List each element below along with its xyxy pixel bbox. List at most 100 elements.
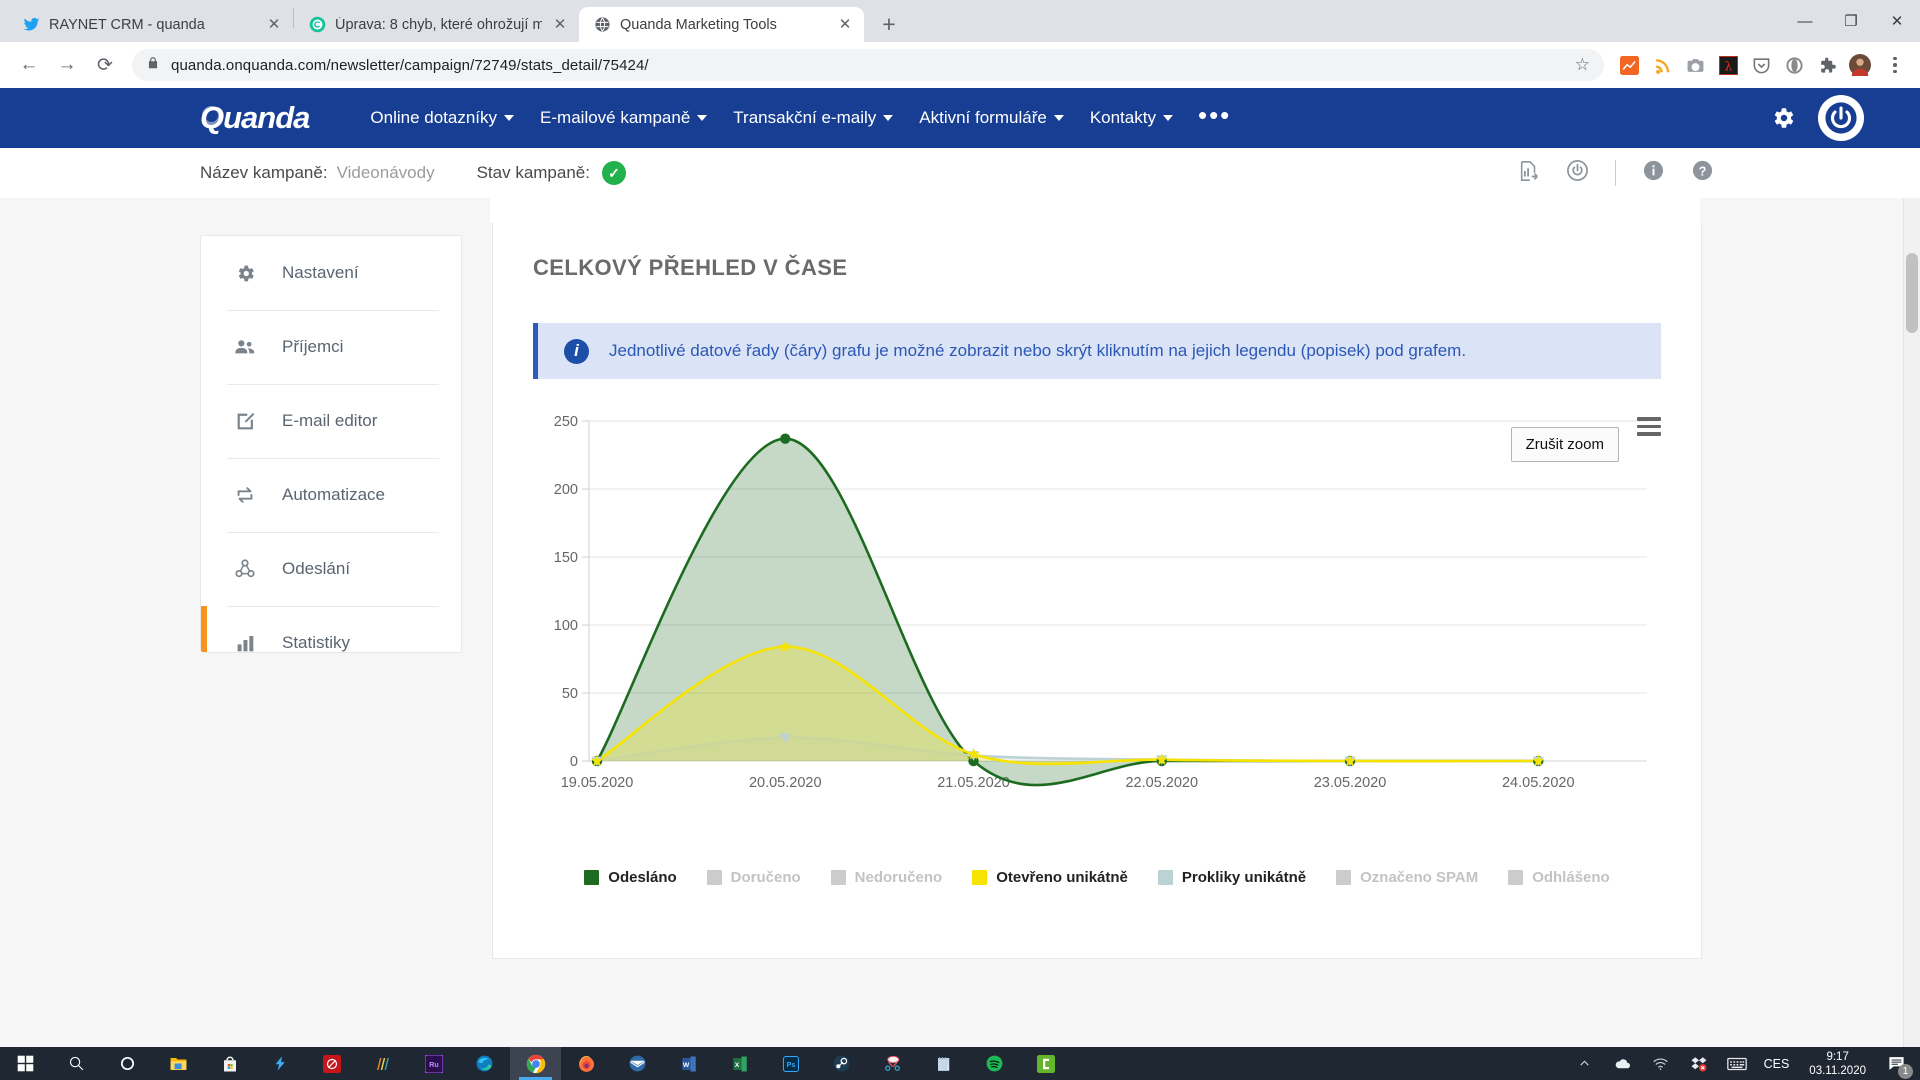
action-center-icon[interactable]: 1 <box>1878 1047 1914 1080</box>
spotify-icon[interactable] <box>969 1047 1020 1080</box>
cortana-icon[interactable] <box>102 1047 153 1080</box>
address-bar[interactable]: quanda.onquanda.com/newsletter/campaign/… <box>132 49 1604 81</box>
svg-text:22.05.2020: 22.05.2020 <box>1125 775 1198 791</box>
search-icon[interactable] <box>51 1047 102 1080</box>
chart-extension-icon[interactable] <box>1618 54 1640 76</box>
legend-item-odesláno[interactable]: Odesláno <box>584 869 677 886</box>
browser-tab-3[interactable]: Quanda Marketing Tools ✕ <box>579 7 864 42</box>
svg-text:200: 200 <box>554 482 578 498</box>
forward-icon[interactable]: → <box>50 48 84 82</box>
tab-close-icon[interactable]: ✕ <box>265 16 283 34</box>
camera-icon[interactable] <box>1684 54 1706 76</box>
legend-item-odhlášeno[interactable]: Odhlášeno <box>1508 869 1610 886</box>
reload-icon[interactable]: ⟳ <box>88 48 122 82</box>
legend-item-prokliky-unikátně[interactable]: Prokliky unikátně <box>1157 869 1306 886</box>
url-text: quanda.onquanda.com/newsletter/campaign/… <box>171 56 649 74</box>
page-scrollbar-track[interactable] <box>1903 198 1920 1047</box>
avatar[interactable] <box>1849 54 1871 76</box>
reset-zoom-button[interactable]: Zrušit zoom <box>1510 427 1619 462</box>
svg-text:X: X <box>734 1062 739 1069</box>
nav-item-transakcni-emaily[interactable]: Transakční e-maily <box>720 88 906 148</box>
opera-icon[interactable] <box>1783 54 1805 76</box>
taskbar-clock[interactable]: 9:17 03.11.2020 <box>1797 1050 1878 1078</box>
thunderbird-icon[interactable] <box>612 1047 663 1080</box>
nav-more-button[interactable]: ••• <box>1186 102 1243 128</box>
stripes-icon[interactable] <box>357 1047 408 1080</box>
help-icon[interactable]: ? <box>1691 159 1714 187</box>
word-icon[interactable]: W <box>663 1047 714 1080</box>
nav-item-emailove-kampane[interactable]: E-mailové kampaně <box>527 88 720 148</box>
puzzle-extensions-icon[interactable] <box>1816 54 1838 76</box>
sidebar-item-automatizace[interactable]: Automatizace <box>201 458 461 532</box>
legend-swatch <box>830 870 846 885</box>
sidebar-item-odeslani[interactable]: Odeslání <box>201 532 461 606</box>
sidebar-item-statistiky[interactable]: Statistiky <box>201 606 461 652</box>
windows-start-icon[interactable] <box>0 1047 51 1080</box>
chevron-down-icon <box>697 115 708 121</box>
legend-item-označeno-spam[interactable]: Označeno SPAM <box>1336 869 1478 886</box>
edge-icon[interactable] <box>459 1047 510 1080</box>
minimize-button[interactable]: — <box>1782 0 1828 42</box>
overview-chart[interactable]: Zrušit zoom 0 50 100 150 200 250 19.05.2020 20.… <box>533 405 1661 865</box>
new-tab-button[interactable]: + <box>872 7 906 41</box>
legend-swatch <box>584 870 600 885</box>
nav-item-aktivni-formulare[interactable]: Aktivní formuláře <box>906 88 1077 148</box>
kebab-menu-icon[interactable] <box>1882 56 1908 74</box>
back-icon[interactable]: ← <box>12 48 46 82</box>
quanda-logo[interactable]: Quanda <box>200 100 310 136</box>
onedrive-icon[interactable] <box>1604 1047 1642 1080</box>
steam-icon[interactable] <box>816 1047 867 1080</box>
firefox-icon[interactable] <box>561 1047 612 1080</box>
gear-icon[interactable] <box>1770 105 1796 131</box>
chrome-icon[interactable] <box>510 1047 561 1080</box>
adobe-cc-icon[interactable] <box>306 1047 357 1080</box>
tab-close-icon[interactable]: ✕ <box>551 16 569 34</box>
rss-icon[interactable] <box>1651 54 1673 76</box>
sidebar-item-prijemci[interactable]: Příjemci <box>201 310 461 384</box>
file-explorer-icon[interactable] <box>153 1047 204 1080</box>
pocket-icon[interactable] <box>1750 54 1772 76</box>
keyboard-icon[interactable] <box>1718 1047 1756 1080</box>
legend-item-doručeno[interactable]: Doručeno <box>706 869 801 886</box>
language-indicator[interactable]: CES <box>1756 1057 1798 1071</box>
nav-item-online-dotazniky[interactable]: Online dotazníky <box>357 88 527 148</box>
photoshop-icon[interactable]: Ps <box>765 1047 816 1080</box>
campaign-name-value: Videonávody <box>336 163 435 182</box>
info-icon[interactable] <box>1642 159 1665 187</box>
snip-sketch-icon[interactable] <box>867 1047 918 1080</box>
camtasia-icon[interactable] <box>1020 1047 1071 1080</box>
svg-text:100: 100 <box>554 618 578 634</box>
sidebar-item-nastaveni[interactable]: Nastavení <box>201 236 461 310</box>
chevron-up-icon[interactable] <box>1566 1047 1604 1080</box>
legend-item-nedoručeno[interactable]: Nedoručeno <box>830 869 942 886</box>
sidebar-item-email-editor[interactable]: E-mail editor <box>201 384 461 458</box>
legend-swatch <box>706 870 722 885</box>
divider <box>1615 160 1616 186</box>
export-report-icon[interactable] <box>1518 160 1540 187</box>
microsoft-store-icon[interactable] <box>204 1047 255 1080</box>
bookmark-star-icon[interactable]: ☆ <box>1575 55 1590 75</box>
user-power-button[interactable] <box>1818 95 1864 141</box>
maximize-button[interactable]: ❐ <box>1828 0 1874 42</box>
nav-label: Online dotazníky <box>370 108 498 127</box>
hamburger-menu-icon[interactable] <box>1637 417 1661 436</box>
tab-close-icon[interactable]: ✕ <box>836 16 854 34</box>
browser-tab-1[interactable]: RAYNET CRM - quanda ✕ <box>8 7 293 42</box>
legend-swatch <box>1508 870 1524 885</box>
sidebar-item-label: E-mail editor <box>282 411 378 430</box>
svg-text:?: ? <box>1699 164 1707 178</box>
lightning-icon[interactable] <box>255 1047 306 1080</box>
excel-icon[interactable]: X <box>714 1047 765 1080</box>
close-window-button[interactable]: ✕ <box>1874 0 1920 42</box>
adobe-acrobat-icon[interactable]: λ <box>1717 54 1739 76</box>
wifi-icon[interactable] <box>1642 1047 1680 1080</box>
browser-tab-2[interactable]: Úprava: 8 chyb, které ohrožují mí ✕ <box>294 7 579 42</box>
nav-item-kontakty[interactable]: Kontakty <box>1077 88 1186 148</box>
legend-item-otevřeno-unikátně[interactable]: Otevřeno unikátně <box>972 869 1128 886</box>
adobe-rush-icon[interactable]: Ru <box>408 1047 459 1080</box>
power-icon[interactable] <box>1566 159 1589 187</box>
page-scrollbar-thumb[interactable] <box>1906 253 1918 333</box>
svg-text:24.05.2020: 24.05.2020 <box>1502 775 1575 791</box>
notepad-icon[interactable] <box>918 1047 969 1080</box>
dropbox-error-icon[interactable] <box>1680 1047 1718 1080</box>
